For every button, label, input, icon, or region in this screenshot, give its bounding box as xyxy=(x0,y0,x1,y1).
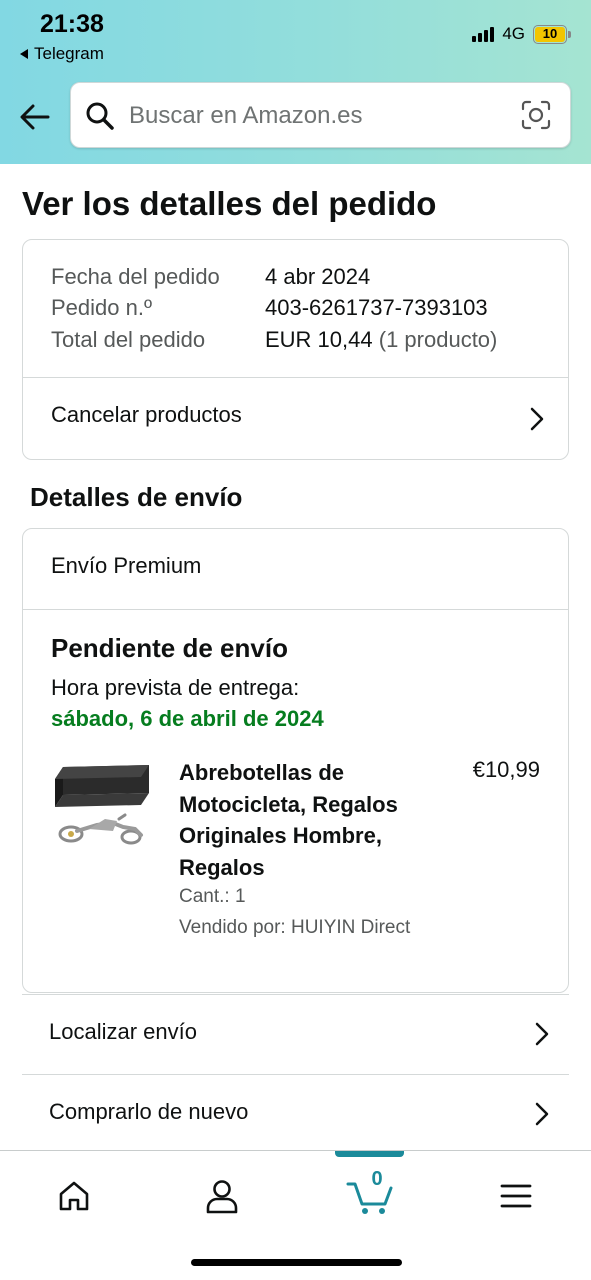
home-icon xyxy=(59,1181,89,1211)
shipping-section-title: Detalles de envío xyxy=(30,482,243,512)
order-summary-card: Fecha del pedido 4 abr 2024 Pedido n.º 4… xyxy=(22,239,569,460)
search-input[interactable] xyxy=(129,99,509,133)
back-arrow-icon[interactable] xyxy=(18,100,52,134)
nav-cart[interactable]: 0 xyxy=(340,1168,400,1221)
back-to-app-link[interactable]: Telegram xyxy=(20,44,104,64)
chevron-right-icon xyxy=(535,1022,549,1046)
track-shipment-row[interactable]: Localizar envío xyxy=(22,994,569,1074)
network-label: 4G xyxy=(502,24,525,43)
order-number-label: Pedido n.º xyxy=(51,295,152,320)
order-total-label: Total del pedido xyxy=(51,327,206,352)
buy-again-label: Comprarlo de nuevo xyxy=(49,1099,249,1124)
chevron-right-icon xyxy=(530,407,544,431)
cart-count-badge: 0 xyxy=(371,1168,383,1190)
eta-date: sábado, 6 de abril de 2024 xyxy=(51,706,324,731)
hamburger-menu-icon xyxy=(500,1184,532,1208)
nav-menu[interactable] xyxy=(486,1171,546,1221)
app-header: 21:38 Telegram 4G 10 xyxy=(0,0,591,164)
cancel-products-label: Cancelar productos xyxy=(51,402,242,427)
product-title[interactable]: Abrebotellas de Motocicleta, Regalos Ori… xyxy=(179,757,444,883)
product-quantity: Cant.: 1 xyxy=(179,886,246,907)
back-triangle-icon xyxy=(20,49,28,59)
battery-level: 10 xyxy=(535,26,565,42)
order-total-items: (1 producto) xyxy=(378,327,498,352)
order-total-amount: EUR 10,44 xyxy=(265,327,373,352)
back-app-label: Telegram xyxy=(34,44,104,63)
page-title: Ver los detalles del pedido xyxy=(22,185,437,222)
signal-icon xyxy=(472,26,495,42)
track-shipment-label: Localizar envío xyxy=(49,1019,197,1044)
chevron-right-icon xyxy=(535,1102,549,1126)
order-total-value: EUR 10,44 (1 producto) xyxy=(265,327,497,353)
product-price: €10,99 xyxy=(472,757,540,782)
order-number-value: 403-6261737-7393103 xyxy=(265,295,488,320)
divider xyxy=(23,609,568,610)
order-date-label: Fecha del pedido xyxy=(51,264,220,289)
bottom-nav: 0 xyxy=(0,1150,591,1280)
camera-scan-icon[interactable] xyxy=(520,99,552,131)
product-image[interactable] xyxy=(53,757,155,857)
battery-icon: 10 xyxy=(533,24,571,44)
user-icon xyxy=(206,1180,238,1214)
nav-home[interactable] xyxy=(44,1171,104,1221)
product-seller: Vendido por: HUIYIN Direct xyxy=(179,917,411,938)
home-indicator xyxy=(191,1259,402,1266)
active-tab-indicator xyxy=(335,1151,404,1157)
status-indicators: 4G 10 xyxy=(472,24,571,44)
search-icon xyxy=(86,102,114,130)
search-bar[interactable] xyxy=(70,82,571,148)
shipment-card: Envío Premium Pendiente de envío Hora pr… xyxy=(22,528,569,993)
cancel-products-row[interactable]: Cancelar productos xyxy=(23,378,568,460)
status-time: 21:38 xyxy=(40,10,104,38)
shipping-type: Envío Premium xyxy=(51,553,202,578)
nav-account[interactable] xyxy=(192,1171,252,1221)
order-date-value: 4 abr 2024 xyxy=(265,264,371,289)
shipment-status: Pendiente de envío xyxy=(51,633,288,663)
buy-again-row[interactable]: Comprarlo de nuevo xyxy=(22,1074,569,1154)
eta-label: Hora prevista de entrega: xyxy=(51,675,300,700)
